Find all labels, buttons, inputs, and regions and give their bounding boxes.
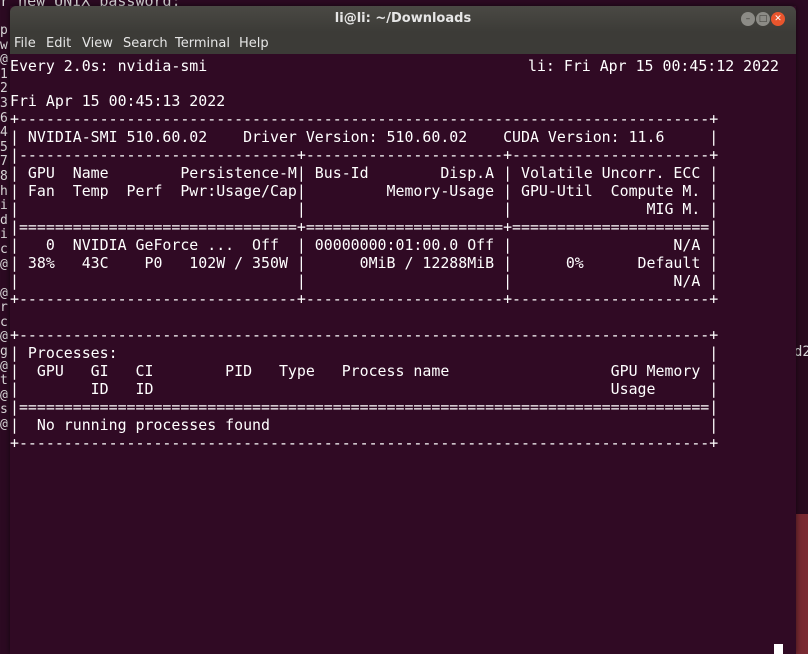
smi-line: +---------------------------------------… [10, 434, 719, 452]
smi-line: +-------------------------------+-------… [10, 290, 719, 308]
minimize-icon[interactable]: – [741, 12, 755, 26]
menu-view[interactable]: View [82, 36, 113, 51]
background-terminal-fragment: d2 [794, 344, 808, 360]
menu-file[interactable]: File [14, 36, 36, 51]
menu-bar: File Edit View Search Terminal Help [10, 32, 796, 54]
title-bar[interactable]: li@li: ~/Downloads – □ ✕ [10, 6, 796, 32]
smi-line: | NVIDIA-SMI 510.60.02 Driver Version: 5… [10, 128, 719, 146]
smi-line: | ID ID Usage | [10, 380, 719, 398]
smi-line: | Processes: | [10, 344, 719, 362]
watch-header-timestamp: li: Fri Apr 15 00:45:12 2022 [528, 57, 780, 75]
close-icon[interactable]: ✕ [771, 12, 785, 26]
smi-line: |===============================+=======… [10, 218, 719, 236]
date-line: Fri Apr 15 00:45:13 2022 [10, 92, 226, 110]
smi-line: +---------------------------------------… [10, 110, 719, 128]
smi-line: |=======================================… [10, 398, 719, 416]
watch-header-command: Every 2.0s: nvidia-smi [10, 57, 208, 75]
smi-line: | 0 NVIDIA GeForce ... Off | 00000000:01… [10, 236, 719, 254]
smi-line: | | | MIG M. | [10, 200, 719, 218]
background-window-edge [796, 60, 808, 514]
terminal-window[interactable]: li@li: ~/Downloads – □ ✕ File Edit View … [10, 6, 796, 654]
window-title: li@li: ~/Downloads [334, 11, 472, 26]
smi-line: |-------------------------------+-------… [10, 146, 719, 164]
smi-line: | No running processes found | [10, 416, 719, 434]
maximize-icon[interactable]: □ [756, 12, 770, 26]
smi-line: | | | N/A | [10, 272, 719, 290]
menu-terminal[interactable]: Terminal [175, 36, 230, 51]
menu-help[interactable]: Help [239, 36, 269, 51]
smi-line: | 38% 43C P0 102W / 350W | 0MiB / 12288M… [10, 254, 719, 272]
smi-line: | Fan Temp Perf Pwr:Usage/Cap| Memory-Us… [10, 182, 719, 200]
smi-line: | GPU GI CI PID Type Process name GPU Me… [10, 362, 719, 380]
terminal-cursor [774, 644, 783, 654]
desktop-background-strip [796, 514, 808, 654]
menu-search[interactable]: Search [123, 36, 168, 51]
smi-line: +---------------------------------------… [10, 326, 719, 344]
menu-edit[interactable]: Edit [46, 36, 71, 51]
terminal-output[interactable]: Every 2.0s: nvidia-smi li: Fri Apr 15 00… [10, 54, 796, 654]
smi-line: | GPU Name Persistence-M| Bus-Id Disp.A … [10, 164, 719, 182]
